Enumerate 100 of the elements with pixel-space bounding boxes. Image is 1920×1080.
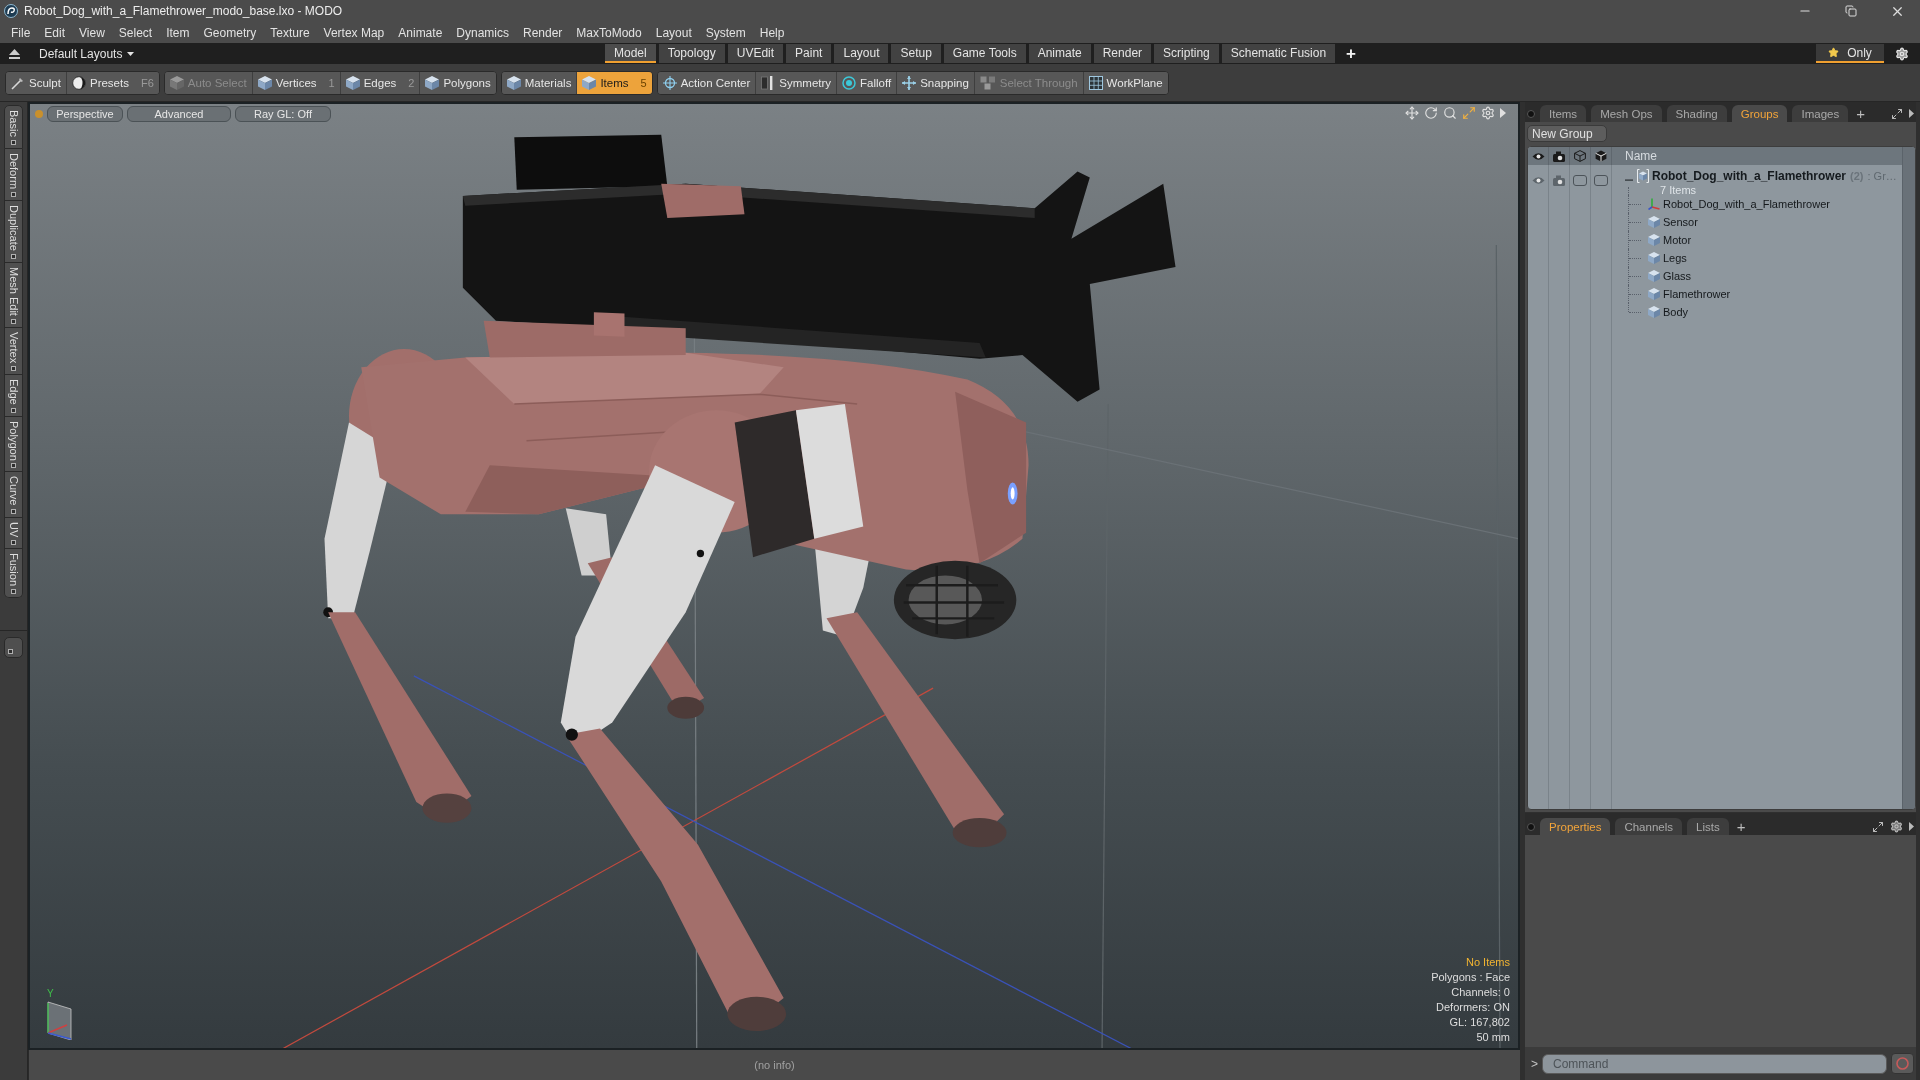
panel-tab[interactable]: Groups <box>1731 105 1788 122</box>
layout-tab[interactable]: Topology <box>658 44 725 63</box>
command-field[interactable]: Command <box>1542 1053 1887 1074</box>
panel-tab[interactable]: Items <box>1540 105 1587 122</box>
layout-tab[interactable]: Game Tools <box>943 44 1026 63</box>
triangle-right-icon[interactable] <box>1909 109 1914 118</box>
layout-tab[interactable]: Model <box>605 44 656 63</box>
tool-tab[interactable]: Deform <box>4 148 23 201</box>
record-button[interactable] <box>1891 1053 1914 1074</box>
viewport-info-text: No Items <box>1466 955 1510 970</box>
column-header[interactable]: Name <box>1625 149 1657 163</box>
layout-tab[interactable]: Setup <box>891 44 941 63</box>
tool-button[interactable]: Sculpt <box>6 71 67 94</box>
settings-icon <box>1895 46 1909 61</box>
settings-icon[interactable] <box>1890 820 1903 833</box>
restore-icon <box>1845 5 1857 17</box>
axes-icon <box>1648 198 1660 210</box>
menu-item[interactable]: Layout <box>648 22 699 43</box>
cross-arrows-icon <box>902 75 917 90</box>
tool-tab[interactable]: Duplicate <box>4 200 23 263</box>
layout-tab[interactable]: Scripting <box>1154 44 1219 63</box>
tree-item-name[interactable]: Motor <box>1663 234 1692 246</box>
tool-tab[interactable]: Edge <box>4 374 23 417</box>
tool-button[interactable]: Action Center <box>657 71 757 94</box>
star-icon <box>1828 47 1840 58</box>
panel-tab[interactable]: Channels <box>1615 818 1682 835</box>
panel-tab[interactable]: Properties <box>1540 818 1611 835</box>
menu-item[interactable]: View <box>72 22 112 43</box>
tree-item-name[interactable]: Robot_Dog_with_a_Flamethrower <box>1663 198 1830 210</box>
settings-icon[interactable] <box>1481 106 1495 120</box>
menu-item[interactable]: Help <box>752 22 792 43</box>
only-toggle[interactable]: Only <box>1816 44 1884 63</box>
camera-icon <box>1553 174 1565 186</box>
expand-icon[interactable] <box>1891 107 1903 120</box>
rail-button[interactable] <box>4 637 23 659</box>
tree-item-name[interactable]: Flamethrower <box>1663 288 1731 300</box>
grid-icon <box>1088 75 1103 90</box>
dot-icon[interactable] <box>1527 822 1535 831</box>
triangle-right-icon[interactable] <box>1909 822 1914 831</box>
cube-icon <box>1648 288 1660 300</box>
menu-item[interactable]: Texture <box>263 22 317 43</box>
tool-tab[interactable]: Polygon <box>4 416 23 473</box>
tool-tab[interactable]: Fusion <box>4 549 23 599</box>
group-name[interactable]: Robot_Dog_with_a_Flamethrower <box>1652 169 1847 183</box>
tree-item-name[interactable]: Body <box>1663 306 1689 318</box>
menu-item[interactable]: Animate <box>391 22 450 43</box>
menu-item[interactable]: Edit <box>37 22 73 43</box>
tree-item-name[interactable]: Glass <box>1663 270 1692 282</box>
menu-item[interactable]: Render <box>516 22 570 43</box>
new-group-button[interactable]: New Group <box>1527 125 1607 142</box>
rotate-icon[interactable] <box>1424 106 1438 120</box>
layout-tab[interactable]: UVEdit <box>727 44 784 63</box>
menu-item[interactable]: MaxToModo <box>569 22 649 43</box>
menu-item[interactable]: Geometry <box>196 22 264 43</box>
tool-button[interactable]: Items 5 <box>577 71 652 94</box>
layout-tab[interactable]: Animate <box>1028 44 1091 63</box>
layout-tab[interactable]: Schematic Fusion <box>1221 44 1336 63</box>
layout-tab[interactable]: Render <box>1093 44 1152 63</box>
tree-item-name[interactable]: Sensor <box>1663 216 1698 228</box>
panel-tab[interactable]: Lists <box>1687 818 1729 835</box>
menu-item[interactable]: Select <box>111 22 160 43</box>
view-button[interactable]: Ray GL: Off <box>235 106 331 122</box>
menu-item[interactable]: System <box>698 22 753 43</box>
squares-icon <box>979 75 996 90</box>
layout-tab[interactable]: Layout <box>834 44 889 63</box>
panel-tab[interactable]: Images <box>1792 105 1849 122</box>
menu-item[interactable]: File <box>4 22 38 43</box>
toggle-box[interactable] <box>1594 174 1608 186</box>
3d-viewport[interactable]: Perspective Advanced Ray GL: Off Y No Items Polygons : Face Channels: 0 Deformers: ON GL: 167,802 50 mm <box>28 102 1520 1050</box>
scrollbar-track[interactable] <box>1902 147 1915 809</box>
layouts-dropdown[interactable]: Default Layouts <box>37 44 137 63</box>
cube-icon <box>1648 270 1660 282</box>
dot-icon[interactable] <box>1527 109 1535 118</box>
menu-item[interactable]: Dynamics <box>449 22 516 43</box>
cube-icon <box>425 75 440 90</box>
search-icon[interactable] <box>1443 106 1457 120</box>
tool-tab[interactable]: Basic <box>4 105 23 149</box>
tree-item-name[interactable]: Legs <box>1663 252 1687 264</box>
app-logo-icon <box>4 4 18 18</box>
panel-tab[interactable]: Shading <box>1666 105 1727 122</box>
tool-tab[interactable]: UV <box>4 517 23 550</box>
menu-item[interactable]: Vertex Map <box>316 22 392 43</box>
add-tab-button[interactable]: + <box>1732 818 1750 835</box>
add-tab-button[interactable]: + <box>1852 105 1869 122</box>
view-button[interactable]: Perspective <box>47 106 123 122</box>
tool-tab[interactable]: Mesh Edit <box>4 262 23 328</box>
panel-tab[interactable]: Mesh Ops <box>1591 105 1662 122</box>
tool-tab[interactable]: Curve <box>4 472 23 518</box>
tool-tab[interactable]: Vertex <box>4 327 23 375</box>
toggle-box[interactable] <box>1573 174 1587 186</box>
eject-icon[interactable] <box>9 48 20 59</box>
menu-item[interactable]: Item <box>159 22 197 43</box>
expand-icon[interactable] <box>1872 820 1884 833</box>
cube-icon <box>506 75 521 90</box>
brush-icon <box>11 75 25 90</box>
view-button[interactable]: Advanced <box>127 106 231 122</box>
add-tab-button[interactable]: + <box>1338 44 1365 63</box>
tool-button[interactable]: Materials <box>501 71 578 94</box>
move-icon[interactable] <box>1405 106 1419 120</box>
layout-tab[interactable]: Paint <box>786 44 832 63</box>
